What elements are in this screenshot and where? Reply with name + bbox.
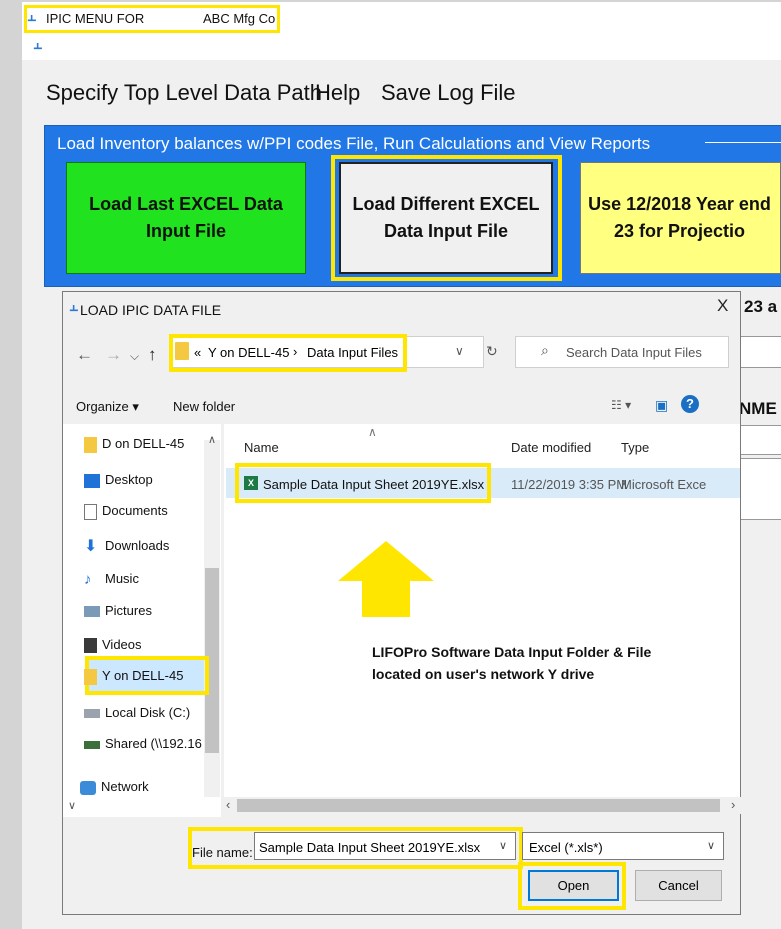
downloads-icon: ⬇ <box>84 537 98 555</box>
videos-icon <box>84 638 97 654</box>
group-border-line <box>705 142 781 143</box>
app-title-label: IPIC MENU FOR <box>46 11 145 26</box>
file-name-label: File name: <box>192 845 253 860</box>
column-name[interactable]: Name <box>244 440 279 455</box>
address-prefix: « <box>194 345 202 360</box>
file-type-dropdown-icon[interactable]: ∨ <box>707 839 715 852</box>
annotation-line-1: LIFOPro Software Data Input Folder & Fil… <box>372 644 652 660</box>
arrow-up-icon <box>338 541 434 617</box>
right-partial-text: 23 a <box>744 297 778 316</box>
dialog-logo-icon: ⫠ <box>69 298 79 315</box>
address-part-data-input[interactable]: Data Input Files <box>307 345 398 360</box>
preview-pane-icon[interactable]: ▣ <box>655 397 668 414</box>
documents-icon <box>84 503 97 520</box>
refresh-icon[interactable]: ↻ <box>486 343 498 360</box>
nav-item-local-disk[interactable]: Local Disk (C:) <box>84 705 190 720</box>
sort-indicator-icon: ∧ <box>368 425 377 439</box>
load-last-excel-button[interactable]: Load Last EXCEL Data Input File <box>66 162 306 274</box>
cancel-button[interactable]: Cancel <box>635 870 722 901</box>
network-icon <box>80 780 96 795</box>
nav-item-network[interactable]: Network <box>80 779 149 795</box>
back-arrow-icon[interactable]: ← <box>76 345 93 365</box>
use-year-end-button[interactable]: Use 12/2018 Year end 23 for Projectio <box>580 162 781 274</box>
menu-save-log-file[interactable]: Save Log File <box>381 80 516 106</box>
right-partial-header: NME <box>739 399 777 418</box>
new-folder-button[interactable]: New folder <box>173 399 235 414</box>
nav-item-downloads[interactable]: ⬇ Downloads <box>84 538 169 554</box>
file-name-cell[interactable]: Sample Data Input Sheet 2019YE.xlsx <box>263 477 484 492</box>
column-type[interactable]: Type <box>621 440 649 455</box>
dialog-title: LOAD IPIC DATA FILE <box>80 302 222 318</box>
load-different-excel-button[interactable]: Load Different EXCEL Data Input File <box>339 162 553 274</box>
annotation-note: LIFOPro Software Data Input Folder & Fil… <box>372 641 712 685</box>
nav-item-videos[interactable]: Videos <box>84 637 142 654</box>
nav-item-d-drive[interactable]: D on DELL-45 <box>84 436 184 453</box>
excel-file-icon: X <box>244 476 258 490</box>
search-icon: ⌕ <box>541 342 549 358</box>
scroll-right-icon[interactable]: › <box>731 797 735 812</box>
file-type-select[interactable]: Excel (*.xls*) <box>522 832 724 860</box>
nav-item-shared[interactable]: Shared (\\192.16 <box>84 736 202 751</box>
recent-chevron-icon[interactable]: ⌵ <box>130 349 139 364</box>
company-name: ABC Mfg Co <box>203 11 276 26</box>
group-label: Load Inventory balances w/PPI codes File… <box>57 134 651 153</box>
desktop-icon <box>84 473 100 488</box>
file-date-cell: 11/22/2019 3:35 PM <box>511 477 628 492</box>
nav-scroll-down-icon[interactable]: ∨ <box>68 799 76 812</box>
right-partial-list <box>741 458 781 520</box>
search-placeholder: Search Data Input Files <box>566 345 702 360</box>
pictures-icon <box>84 606 100 618</box>
file-name-value: Sample Data Input Sheet 2019YE.xlsx <box>259 840 481 855</box>
address-separator: › <box>293 344 298 359</box>
folder-icon <box>84 436 97 453</box>
file-type-value: Excel (*.xls*) <box>529 840 603 855</box>
app-small-logo-icon: ⫠ <box>33 36 43 53</box>
folder-icon <box>84 668 97 685</box>
menu-specify-data-path[interactable]: Specify Top Level Data Path <box>46 80 322 106</box>
organize-menu[interactable]: Organize ▾ <box>76 399 139 415</box>
network-drive-icon <box>84 740 100 749</box>
forward-arrow-icon[interactable]: → <box>105 345 122 365</box>
close-icon[interactable]: X <box>717 296 728 316</box>
open-button[interactable]: Open <box>528 870 619 901</box>
address-dropdown-icon[interactable]: ∨ <box>455 344 464 358</box>
drive-icon <box>84 709 100 719</box>
menu-help[interactable]: Help <box>315 80 360 106</box>
nav-item-pictures[interactable]: Pictures <box>84 603 152 618</box>
right-partial-field-2 <box>741 425 781 455</box>
right-partial-field <box>741 336 781 368</box>
column-date-modified[interactable]: Date modified <box>511 440 591 455</box>
annotation-line-2: located on user's network Y drive <box>372 666 595 682</box>
address-part-y-drive[interactable]: Y on DELL-45 <box>208 345 289 360</box>
horizontal-scroll-thumb[interactable] <box>237 799 720 812</box>
nav-item-y-drive[interactable]: Y on DELL-45 <box>84 668 183 685</box>
scroll-left-icon[interactable]: ‹ <box>226 797 230 812</box>
nav-item-documents[interactable]: Documents <box>84 503 168 520</box>
file-name-input[interactable]: Sample Data Input Sheet 2019YE.xlsx <box>254 832 516 860</box>
app-logo-icon: ⫠ <box>27 8 37 25</box>
file-name-dropdown-icon[interactable]: ∨ <box>499 839 507 852</box>
up-arrow-icon[interactable]: ↑ <box>148 345 157 365</box>
nav-item-desktop[interactable]: Desktop <box>84 472 153 488</box>
view-options-icon[interactable]: ☷ ▾ <box>611 398 631 412</box>
nav-item-music[interactable]: ♪ Music <box>84 571 139 587</box>
help-icon[interactable]: ? <box>681 395 699 413</box>
folder-icon <box>175 342 189 360</box>
music-icon: ♪ <box>84 570 92 588</box>
file-type-cell: Microsoft Exce <box>621 477 707 492</box>
nav-scroll-up-icon[interactable]: ∧ <box>208 433 216 446</box>
